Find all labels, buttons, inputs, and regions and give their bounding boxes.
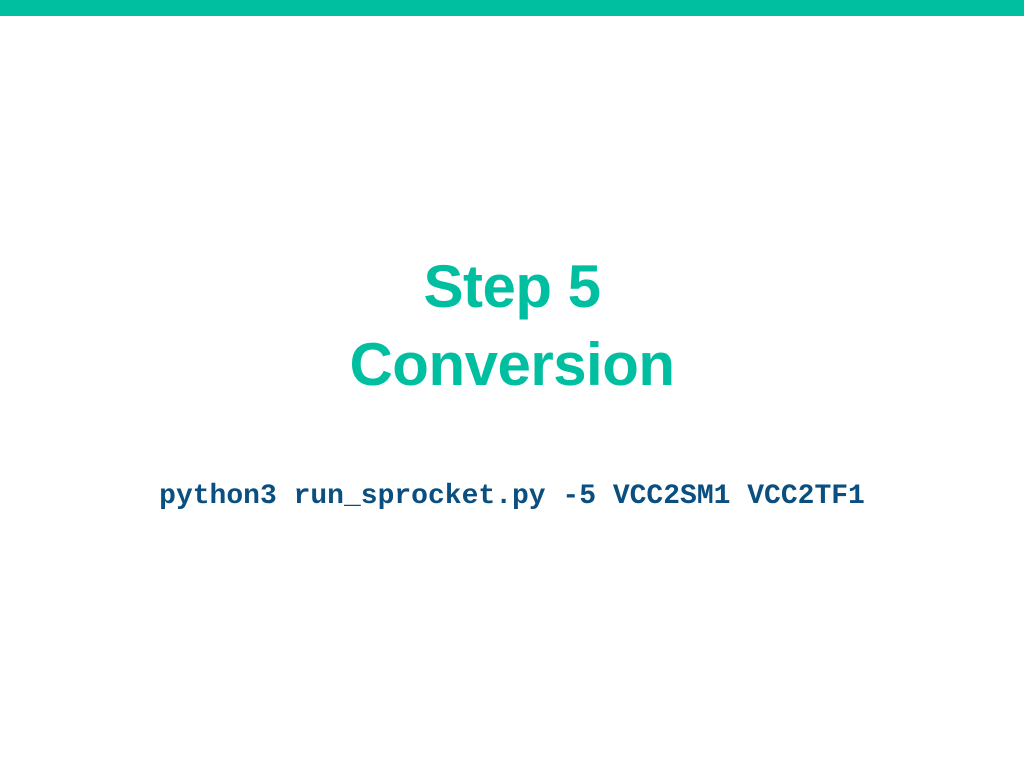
command-text: python3 run_sprocket.py -5 VCC2SM1 VCC2T… <box>159 481 865 512</box>
slide-title-conversion: Conversion <box>349 331 675 398</box>
slide-title-step: Step 5 <box>423 253 601 320</box>
slide: Step 5 Conversion python3 run_sprocket.p… <box>0 0 1024 768</box>
top-accent-bar <box>0 0 1024 16</box>
